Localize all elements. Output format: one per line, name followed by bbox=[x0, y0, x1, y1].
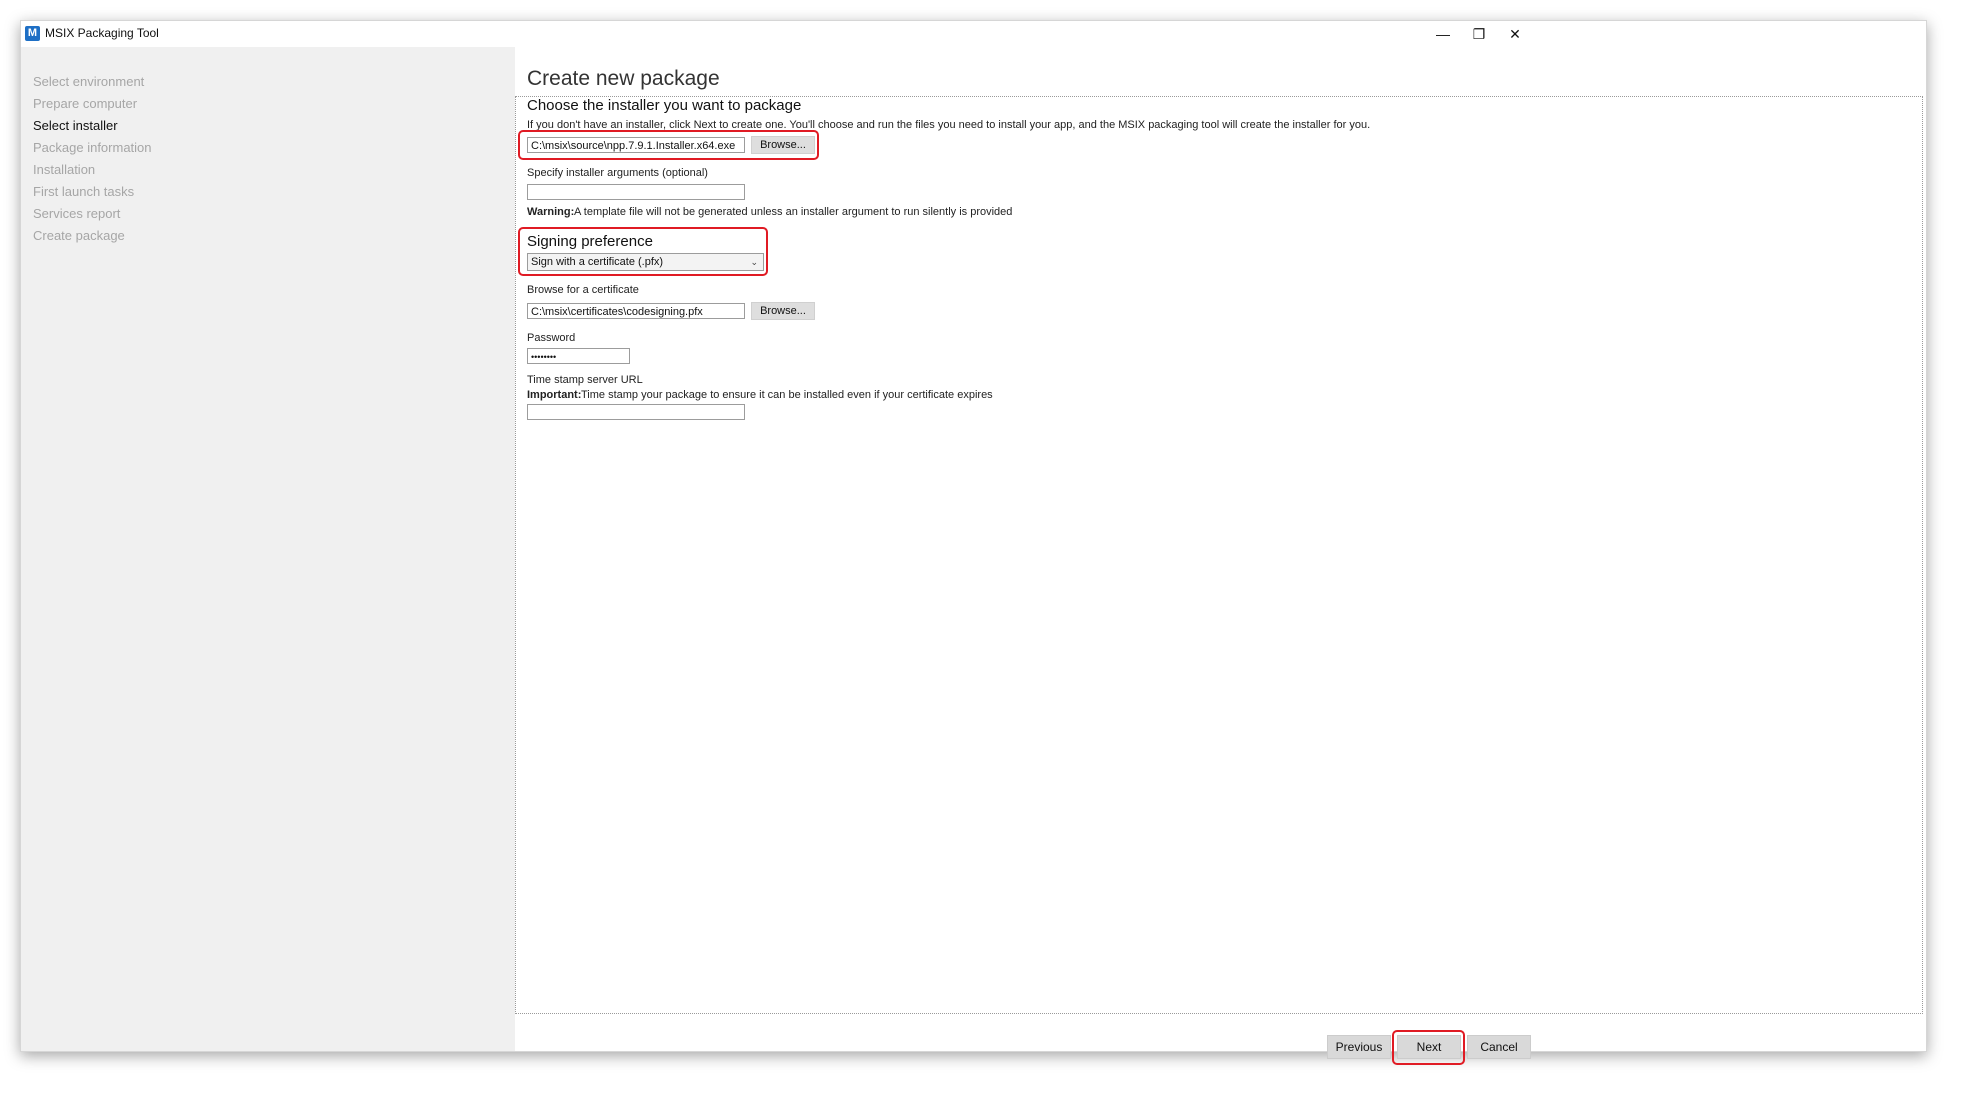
sidebar-item-select-environment[interactable]: Select environment bbox=[33, 74, 144, 89]
installer-path-input[interactable]: C:\msix\source\npp.7.9.1.Installer.x64.e… bbox=[527, 137, 745, 153]
timestamp-url-input[interactable] bbox=[527, 404, 745, 420]
msix-app-icon: M bbox=[25, 26, 40, 41]
warning-text: A template file will not be generated un… bbox=[574, 206, 1013, 218]
installer-heading: Choose the installer you want to package bbox=[527, 97, 802, 114]
certificate-browse-button[interactable]: Browse... bbox=[751, 302, 815, 320]
certificate-path-input[interactable]: C:\msix\certificates\codesigning.pfx bbox=[527, 303, 745, 319]
app-window: M MSIX Packaging Tool — ❐ ✕ Select envir… bbox=[20, 20, 1927, 1065]
chevron-down-icon: ⌄ bbox=[750, 257, 758, 267]
wizard-sidebar: Select environment Prepare computer Sele… bbox=[21, 47, 515, 1051]
next-button[interactable]: Next bbox=[1397, 1035, 1461, 1059]
sidebar-item-package-information[interactable]: Package information bbox=[33, 140, 152, 155]
previous-button[interactable]: Previous bbox=[1327, 1035, 1391, 1059]
sidebar-item-create-package[interactable]: Create package bbox=[33, 228, 125, 243]
important-text: Time stamp your package to ensure it can… bbox=[581, 389, 993, 401]
installer-arguments-input[interactable] bbox=[527, 184, 745, 200]
sidebar-item-first-launch-tasks[interactable]: First launch tasks bbox=[33, 184, 134, 199]
main-panel: Create new package Choose the installer … bbox=[515, 47, 1926, 1051]
page-title: Create new package bbox=[527, 67, 720, 90]
close-button[interactable]: ✕ bbox=[1493, 21, 1537, 47]
sidebar-item-installation[interactable]: Installation bbox=[33, 162, 95, 177]
installer-arguments-label: Specify installer arguments (optional) bbox=[527, 167, 708, 179]
cancel-button[interactable]: Cancel bbox=[1467, 1035, 1531, 1059]
title-bar: M MSIX Packaging Tool — ❐ ✕ bbox=[21, 21, 1926, 47]
sidebar-item-select-installer[interactable]: Select installer bbox=[33, 118, 118, 133]
timestamp-label: Time stamp server URL bbox=[527, 374, 643, 386]
sidebar-item-prepare-computer[interactable]: Prepare computer bbox=[33, 96, 137, 111]
signing-preference-dropdown[interactable]: Sign with a certificate (.pfx) ⌄ bbox=[527, 253, 764, 271]
sidebar-item-services-report[interactable]: Services report bbox=[33, 206, 120, 221]
password-input[interactable]: •••••••• bbox=[527, 348, 630, 364]
signing-preference-value: Sign with a certificate (.pfx) bbox=[531, 256, 664, 268]
signing-heading: Signing preference bbox=[527, 233, 653, 250]
installer-browse-button[interactable]: Browse... bbox=[751, 136, 815, 154]
warning-label: Warning: bbox=[527, 206, 575, 218]
certificate-label: Browse for a certificate bbox=[527, 284, 639, 296]
important-label: Important: bbox=[527, 389, 582, 401]
password-label: Password bbox=[527, 332, 576, 344]
window-title: MSIX Packaging Tool bbox=[45, 26, 159, 40]
